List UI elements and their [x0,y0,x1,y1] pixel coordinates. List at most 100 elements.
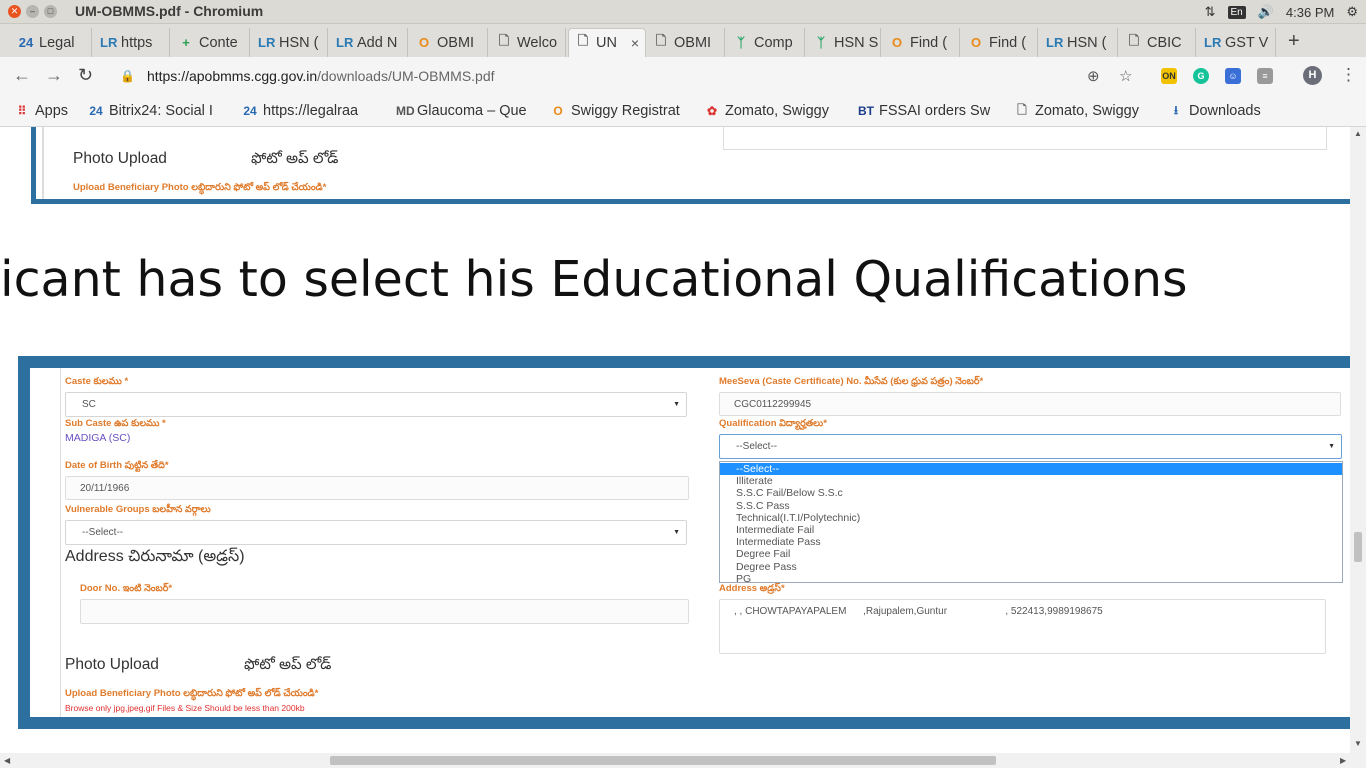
tab[interactable]: LR GST V [1198,28,1276,57]
bookmark-item[interactable]: ⭳ Downloads [1168,101,1278,121]
bookmark-item[interactable]: 24 https://legalraa [242,101,382,121]
pdf-viewport[interactable]: Photo Upload ఫోటో అప్ లోడ్ Upload Benefi… [0,127,1350,753]
profile-avatar[interactable]: H [1303,66,1322,85]
bookmark-item[interactable]: 24 Bitrix24: Social I [88,101,230,121]
horizontal-scroll-thumb[interactable] [330,756,996,765]
scroll-left-arrow-icon[interactable]: ◀ [4,756,10,765]
bookmark-item[interactable]: BT FSSAI orders Sw [858,101,1000,121]
qualification-label: Qualification విద్యార్హతలు* [719,418,827,429]
window-maximize-button[interactable]: □ [44,5,57,18]
bookmark-item[interactable]: ✿ Zomato, Swiggy [704,101,844,121]
qualification-option-selected[interactable]: --Select-- [720,463,1342,475]
tab[interactable]: 🗋 Welco [490,28,566,57]
forward-arrow-icon[interactable]: → [45,65,63,86]
qualification-option[interactable]: Illiterate [736,475,773,487]
meeseva-field[interactable]: CGC0112299945 [719,392,1341,416]
tab[interactable]: O Find ( [962,28,1038,57]
tab[interactable]: ᛉ Comp [727,28,805,57]
tab-label: Find ( [910,34,948,51]
bookmark-favicon-icon: ✿ [706,104,718,118]
caste-select[interactable]: SC ▼ [65,392,687,417]
back-arrow-icon[interactable]: ← [13,65,31,86]
qualification-select[interactable]: --Select-- ▼ [719,434,1342,459]
tab-label: CBIC [1147,34,1182,51]
tab-active[interactable]: 🗋 UN × [568,28,646,57]
network-icon[interactable]: ⇅ [1205,4,1216,20]
tab[interactable]: LR HSN ( [1040,28,1118,57]
qualification-option[interactable]: S.S.C Pass [736,500,790,512]
dob-value: 20/11/1966 [80,483,130,494]
extension-db-icon[interactable]: ≡ [1257,68,1273,84]
bookmark-favicon-icon: 🗋 [1017,102,1027,117]
clock[interactable]: 4:36 PM [1286,5,1334,20]
volume-icon[interactable]: 🔊 [1258,4,1274,20]
tab[interactable]: ᛉ HSN S [807,28,881,57]
menu-icon[interactable]: ⋮ [1340,65,1357,85]
tab-favicon-icon: ᛉ [817,35,825,50]
vertical-scroll-thumb[interactable] [1354,532,1362,562]
chevron-down-icon: ▼ [673,529,680,536]
door-no-label: Door No. ఇంటి నెంబర్* [80,583,173,594]
bookmark-item[interactable]: O Swiggy Registrat [550,101,690,121]
tab-favicon-icon: O [970,35,982,50]
bookmark-label: Apps [35,103,69,119]
address-bar[interactable]: 🔒 https://apobmms.cgg.gov.in/downloads/U… [112,62,1148,90]
bookmark-star-icon[interactable]: ☆ [1119,67,1132,85]
extension-on-icon[interactable]: ON [1161,68,1177,84]
tab[interactable]: O Find ( [883,28,960,57]
window-minimize-button[interactable]: – [26,5,39,18]
grammarly-icon[interactable]: G [1193,68,1209,84]
tab-favicon-icon: 🗋 [577,33,589,48]
qualification-option[interactable]: S.S.C Fail/Below S.S.c [736,487,843,499]
scroll-right-arrow-icon[interactable]: ▶ [1340,756,1346,765]
tab[interactable]: + Conte [172,28,250,57]
address-textarea[interactable]: , , CHOWTAPAYAPALEM ,Rajupalem,Guntur , … [719,599,1326,654]
vertical-scrollbar[interactable]: ▲ ▼ [1350,127,1366,753]
tab-favicon-icon: 🗋 [498,32,510,48]
tab-label: Find ( [989,34,1027,51]
settings-gear-icon[interactable]: ⚙ [1346,4,1358,20]
lock-icon[interactable]: 🔒 [120,69,135,83]
qualification-option[interactable]: Degree Fail [736,548,790,560]
url-host: https://apobmms.cgg.gov.in [146,68,318,84]
bookmark-item[interactable]: MD Glaucoma – Que [396,101,536,121]
tab[interactable]: LR Add N [330,28,408,57]
upload-photo-note: Upload Beneficiary Photo లబ్ధిదారుని ఫోట… [65,688,319,699]
qualification-option[interactable]: Degree Pass [736,561,797,573]
tab[interactable]: LR HSN ( [252,28,328,57]
tab[interactable]: O OBMI [410,28,488,57]
vulnerable-groups-select[interactable]: --Select-- ▼ [65,520,687,545]
tab[interactable]: LR https [94,28,170,57]
tab[interactable]: 🗋 CBIC [1120,28,1196,57]
scroll-down-arrow-icon[interactable]: ▼ [1354,739,1362,748]
tab-favicon-icon: + [182,35,190,50]
qualification-option[interactable]: Intermediate Pass [736,536,821,548]
scroll-up-arrow-icon[interactable]: ▲ [1354,129,1362,138]
tab[interactable]: 24 Legal [12,28,92,57]
horizontal-scrollbar[interactable]: ◀ ▶ [0,753,1366,768]
zoom-icon[interactable]: ⊕ [1087,67,1100,85]
dob-field[interactable]: 20/11/1966 [65,476,689,500]
tab-close-icon[interactable]: × [631,35,639,51]
keyboard-layout-indicator[interactable]: En [1227,5,1246,19]
extension-user-icon[interactable]: ☺ [1225,68,1241,84]
door-no-field[interactable] [80,599,689,624]
browse-note: Browse only jpg,jpeg,gif Files & Size Sh… [65,703,305,713]
bookmark-item[interactable]: 🗋 Zomato, Swiggy [1014,101,1154,121]
tab[interactable]: 🗋 OBMI [647,28,725,57]
reload-icon[interactable]: ↻ [78,65,93,86]
qualification-option[interactable]: Technical(I.T.I/Polytechnic) [736,512,860,524]
qualification-value: --Select-- [736,441,778,452]
tab-label: Comp [754,34,793,51]
tab-favicon-icon: LR [336,35,354,50]
bookmark-item[interactable]: ⠿ Apps [14,101,82,121]
tab-strip: 24 Legal LR https + Conte LR HSN (LR Add N O OBMI 🗋… [0,24,1366,57]
qualification-dropdown-list[interactable]: --Select-- Illiterate S.S.C Fail/Below S.S… [719,461,1343,585]
new-tab-button[interactable]: + [1288,30,1300,53]
bookmark-label: FSSAI orders Sw [879,103,991,119]
qualification-option[interactable]: Intermediate Fail [736,524,814,536]
window-close-button[interactable]: ✕ [8,5,21,18]
qualification-option[interactable]: PG [736,573,751,585]
tab-favicon-icon: ᛉ [737,35,745,50]
tab-label: OBMI [674,34,712,51]
